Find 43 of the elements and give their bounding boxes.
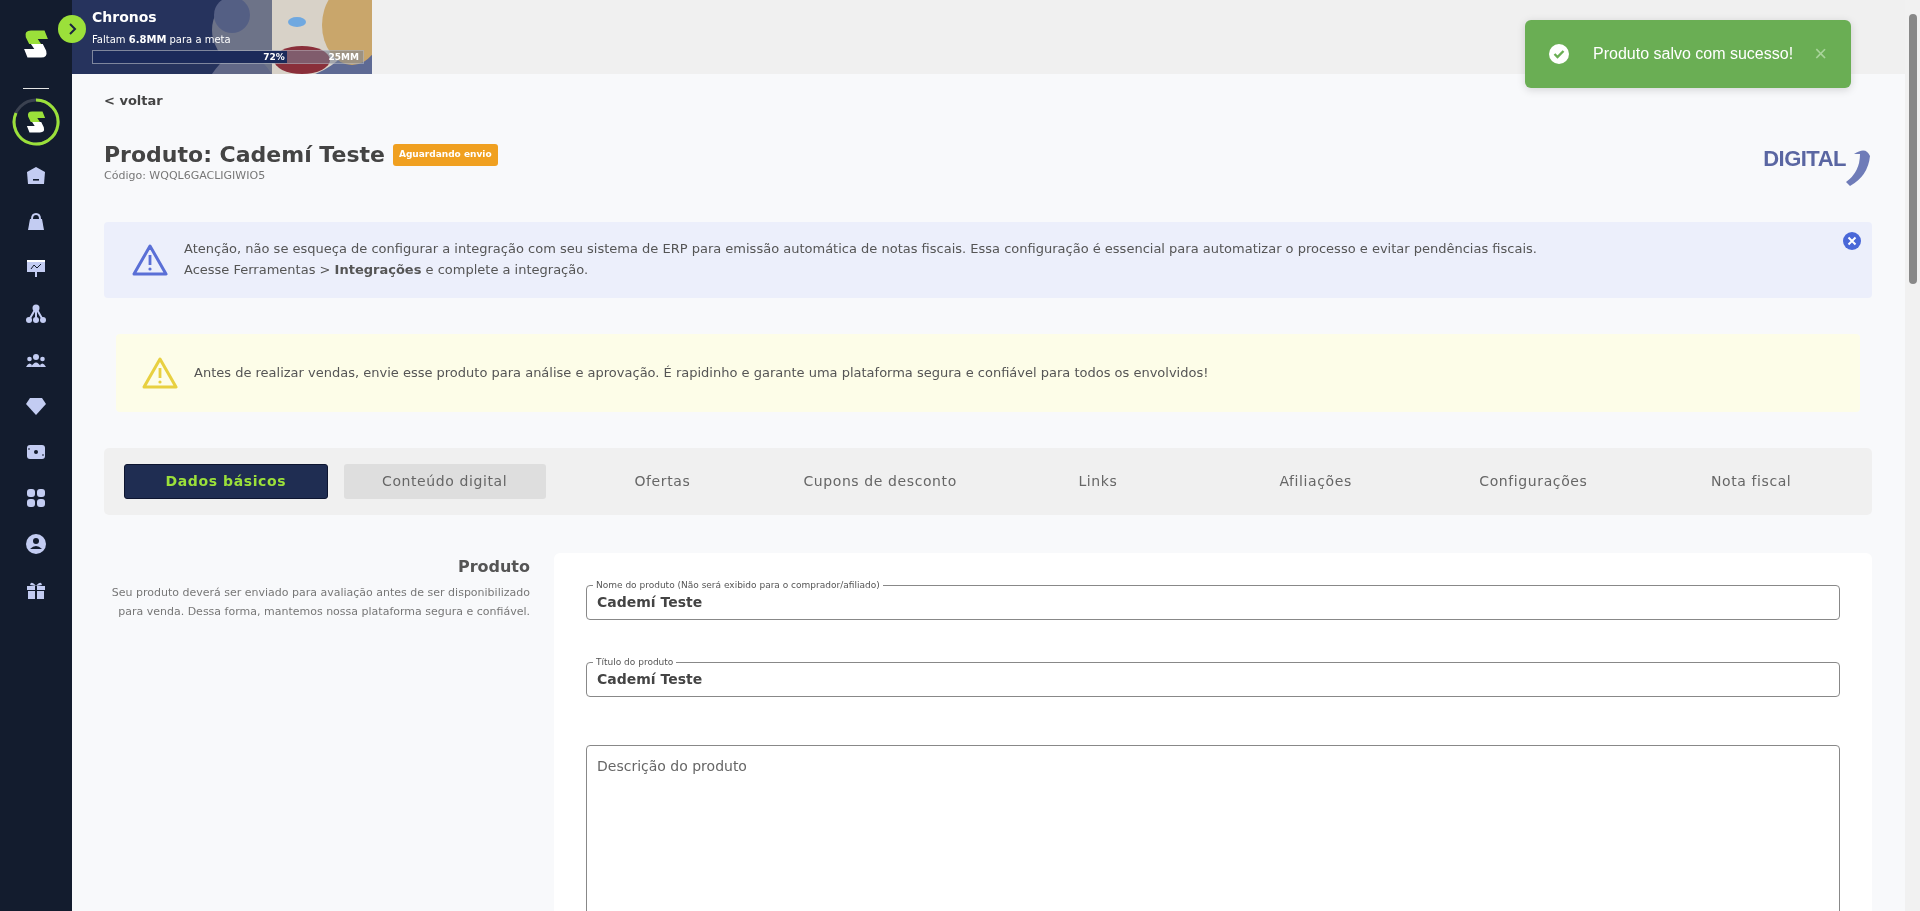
warning-icon — [142, 356, 178, 389]
progress-percent: 72% — [263, 50, 285, 63]
scrollbar[interactable] — [1905, 0, 1920, 911]
tab[interactable]: Cupons de desconto — [779, 463, 981, 499]
field-label: Título do produto — [595, 657, 675, 667]
banner-title: Chronos — [92, 9, 158, 26]
section-description: Seu produto deverá ser enviado para avaliação antes de ser disponibilizado para venda. Dessa forma, mantemos nossa plataforma segura e confiável. — [110, 584, 530, 620]
tab[interactable]: Nota fiscal — [1650, 463, 1852, 499]
bag-icon[interactable] — [25, 210, 47, 233]
text-area[interactable]: Descrição do produto — [586, 744, 1840, 911]
scrollbar-thumb[interactable] — [1908, 14, 1917, 284]
alert-text: Antes de realizar vendas, envie esse produto para análise e aprovação. É rapidinho e garante uma plataforma segura e confiável para todos os envolvidos! — [194, 363, 1209, 382]
apps-icon[interactable] — [25, 486, 47, 509]
status-badge: Aguardando envio — [392, 144, 498, 166]
tab[interactable]: Configurações — [1432, 463, 1635, 499]
tab[interactable]: Dados básicos — [124, 463, 328, 499]
alert-text: Atenção, não se esqueça de configurar a integração com seu sistema de ERP para emissão automática de notas fiscais. Essa configuração é essencial para automatizar o processo e evitar pendências fiscais. — [184, 240, 1537, 258]
expand-icon[interactable] — [58, 15, 86, 43]
avatar[interactable] — [11, 97, 61, 147]
goal-text: Faltam 6.8MM para a meta — [92, 32, 232, 47]
input-field[interactable]: Nome do produto (Não será exibido para o comprador/afiliado) Cademí Teste — [586, 580, 1840, 620]
tab[interactable]: Afiliações — [1214, 463, 1417, 499]
product-code: Código: WQQL6GACLIGIWIO5 — [104, 168, 267, 185]
warning-icon — [132, 243, 168, 276]
alert-text: Acesse Ferramentas > Integrações e complete a integração. — [184, 260, 590, 279]
close-icon[interactable] — [1842, 231, 1862, 251]
user-icon[interactable] — [25, 532, 47, 555]
network-icon[interactable] — [25, 302, 47, 325]
toast-message: Produto salvo com sucesso! — [1593, 44, 1795, 64]
back-link[interactable]: < voltar — [104, 93, 163, 108]
text-input[interactable]: Cademí Teste — [597, 591, 1829, 613]
product-title: Produto: Cademí Teste — [104, 142, 385, 169]
field-label: Nome do produto (Não será exibido para o comprador/afiliado) — [595, 580, 881, 590]
progress-target: 25MM — [328, 50, 359, 63]
tab[interactable]: Ofertas — [561, 463, 764, 499]
tab[interactable]: Conteúdo digital — [343, 463, 546, 499]
check-icon — [1549, 44, 1569, 64]
text-input[interactable]: Cademí Teste — [597, 668, 1829, 690]
input-field[interactable]: Título do produto Cademí Teste — [586, 657, 1840, 697]
section-title: Produto — [456, 555, 530, 578]
tab[interactable]: Links — [997, 463, 1199, 499]
house-icon[interactable] — [25, 164, 47, 187]
digital-logo: DIGITAL — [1763, 142, 1872, 186]
